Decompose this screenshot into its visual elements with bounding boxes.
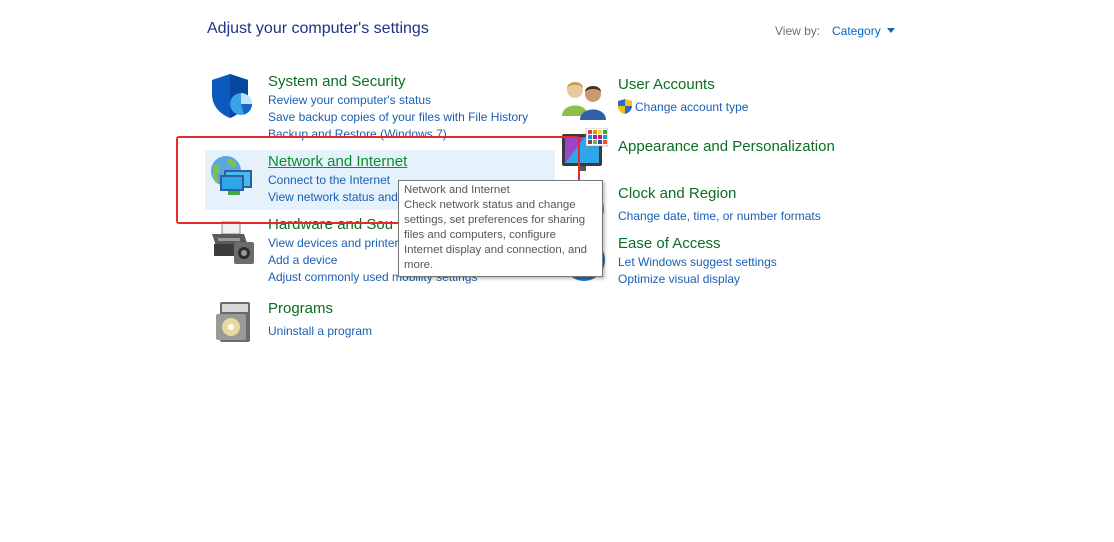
file-history-link[interactable]: Save backup copies of your files with Fi… [268, 110, 528, 124]
tooltip-line: more. [404, 259, 434, 271]
view-by-value: Category [832, 24, 881, 38]
review-status-link[interactable]: Review your computer's status [268, 93, 431, 107]
devices-printers-link[interactable]: View devices and printers [268, 236, 405, 250]
users-icon[interactable] [560, 76, 608, 124]
clock-region-title[interactable]: Clock and Region [618, 185, 736, 202]
ease-access-title[interactable]: Ease of Access [618, 235, 721, 252]
change-account-type-label: Change account type [635, 100, 749, 114]
tooltip-line: files and computers, configure [404, 229, 556, 241]
uac-shield-icon [618, 99, 632, 114]
user-accounts-title[interactable]: User Accounts [618, 76, 715, 93]
uninstall-program-link[interactable]: Uninstall a program [268, 324, 372, 338]
tooltip-line: Check network status and change [404, 199, 576, 211]
tooltip-line: Internet display and connection, and [404, 244, 588, 256]
change-account-type-link[interactable]: Change account type [618, 99, 748, 114]
programs-icon[interactable] [210, 298, 258, 346]
shield-icon[interactable] [208, 72, 256, 120]
chevron-down-icon [886, 28, 895, 33]
add-device-link[interactable]: Add a device [268, 253, 337, 267]
appearance-title[interactable]: Appearance and Personalization [618, 138, 835, 155]
tooltip-line: settings, set preferences for sharing [404, 214, 586, 226]
printer-icon[interactable] [208, 218, 256, 266]
network-tooltip: Network and Internet Check network statu… [398, 180, 603, 277]
windows-suggest-link[interactable]: Let Windows suggest settings [618, 255, 777, 269]
page-title: Adjust your computer's settings [207, 20, 429, 37]
optimize-display-link[interactable]: Optimize visual display [618, 272, 740, 286]
system-security-title[interactable]: System and Security [268, 73, 406, 90]
programs-title[interactable]: Programs [268, 300, 333, 317]
view-by-dropdown[interactable]: Category [832, 24, 895, 38]
date-time-formats-link[interactable]: Change date, time, or number formats [618, 209, 821, 223]
tooltip-line: Network and Internet [404, 184, 510, 196]
view-by-label: View by: [775, 24, 821, 38]
